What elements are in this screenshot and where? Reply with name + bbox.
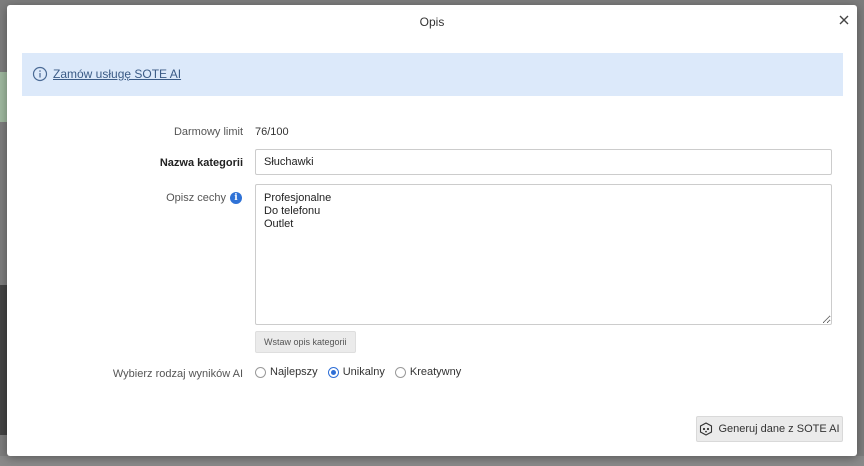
category-name-input[interactable]	[255, 149, 832, 175]
insert-category-description-button[interactable]: Wstaw opis kategorii	[255, 331, 356, 353]
radio-best[interactable]	[255, 366, 266, 378]
info-icon	[32, 66, 48, 82]
info-banner: Zamów usługę SOTE AI	[22, 53, 843, 96]
radio-option-creative[interactable]: Kreatywny	[394, 366, 462, 378]
category-name-label: Nazwa kategorii	[159, 157, 243, 169]
generate-ai-button-label: Generuj dane z SOTE AI	[718, 423, 840, 435]
order-service-link[interactable]: Zamów usługę SOTE AI	[53, 67, 181, 81]
ai-icon	[700, 422, 713, 436]
radio-option-unique[interactable]: Unikalny	[327, 366, 385, 378]
hint-icon[interactable]: i	[230, 192, 242, 204]
result-type-label: Wybierz rodzaj wyników AI	[112, 368, 243, 380]
free-limit-label: Darmowy limit	[173, 126, 243, 138]
generate-ai-button[interactable]: Generuj dane z SOTE AI	[696, 416, 843, 442]
free-limit-value: 76/100	[255, 126, 289, 138]
radio-creative-label: Kreatywny	[409, 366, 462, 378]
radio-creative[interactable]	[394, 366, 406, 378]
backdrop-bottom	[0, 456, 864, 466]
radio-unique-label: Unikalny	[342, 366, 385, 378]
describe-features-label: Opisz cechy	[166, 192, 226, 204]
close-icon[interactable]	[837, 13, 851, 27]
radio-option-best[interactable]: Najlepszy	[255, 366, 318, 378]
result-type-radio-group: Najlepszy Unikalny Kreatywny	[255, 366, 471, 378]
modal-title: Opis	[419, 15, 445, 29]
radio-unique[interactable]	[327, 366, 339, 378]
radio-best-label: Najlepszy	[270, 366, 318, 378]
features-textarea[interactable]	[255, 184, 832, 325]
description-modal: Opis Zamów usługę SOTE AI Darmowy limit …	[7, 5, 857, 456]
